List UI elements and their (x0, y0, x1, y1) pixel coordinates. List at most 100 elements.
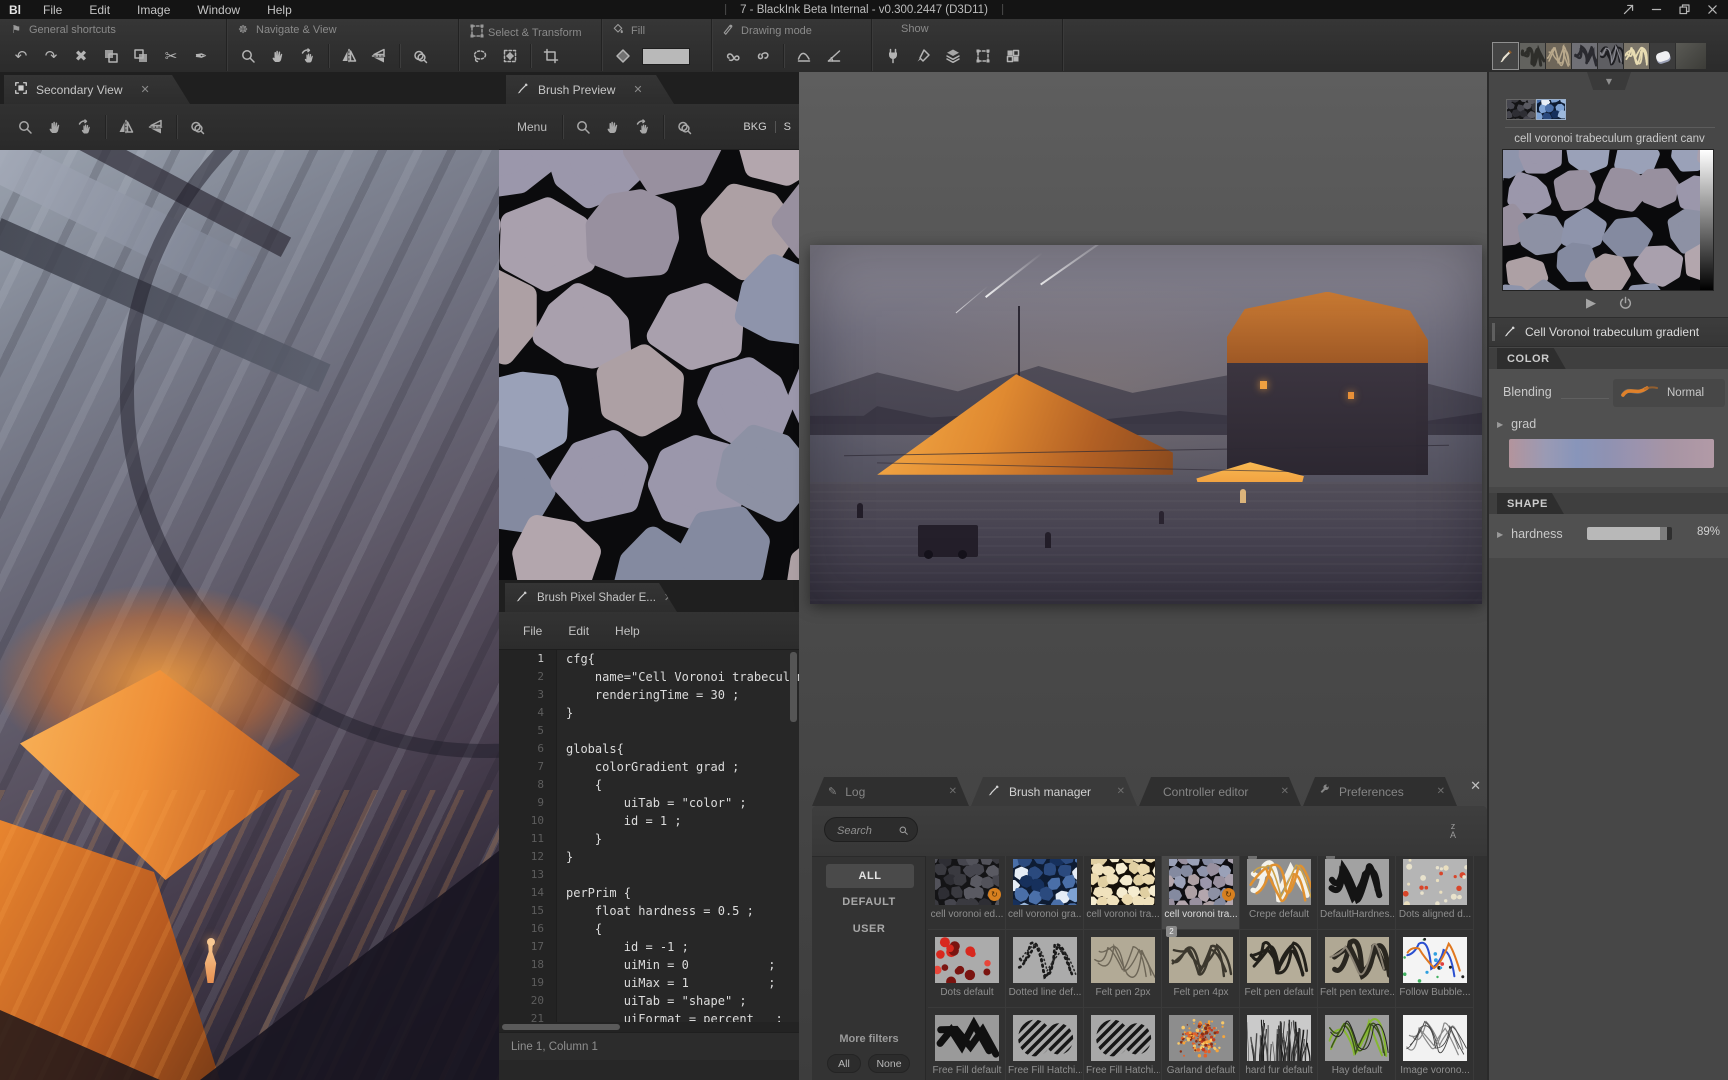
brush-item[interactable]: Free Fill Hatchi... (1006, 1008, 1084, 1080)
code-line[interactable]: 11 } (499, 830, 799, 848)
paste-icon[interactable] (126, 42, 156, 70)
brush-item[interactable]: Dots default (928, 930, 1006, 1008)
brush-thumbnail[interactable] (1169, 937, 1233, 983)
brush-thumbnail[interactable] (1169, 1015, 1233, 1061)
minimize-icon[interactable] (1644, 1, 1668, 18)
pan-hand-icon[interactable] (40, 112, 70, 142)
code-line[interactable]: 1cfg{ (499, 650, 799, 668)
tab-brush-preview[interactable]: Brush Preview ✕ (506, 75, 674, 104)
code-line[interactable]: 7 colorGradient grad ; (499, 758, 799, 776)
show-brush-icon[interactable] (908, 42, 938, 70)
brush-item[interactable]: ↻cell voronoi ed... (928, 856, 1006, 930)
brush-thumbnail[interactable] (1013, 1015, 1077, 1061)
menu-window[interactable]: Window (197, 3, 240, 17)
expander-icon[interactable]: ▶ (1497, 530, 1503, 539)
code-editor[interactable]: 1cfg{2 name="Cell Voronoi trabeculum3 re… (499, 650, 799, 1022)
brush-thumbnail[interactable] (935, 1015, 999, 1061)
grid-icon[interactable] (998, 42, 1028, 70)
active-brush-icon[interactable] (1492, 42, 1519, 70)
horizontal-scrollbar[interactable] (499, 1022, 799, 1032)
tab-shader-editor[interactable]: Brush Pixel Shader E... ✕ (505, 583, 677, 612)
sort-button[interactable]: z A (1443, 820, 1463, 842)
brush-item[interactable]: Follow Bubble... (1396, 930, 1474, 1008)
code-line[interactable]: 20 uiTab = "shape" ; (499, 992, 799, 1010)
secondary-view-canvas[interactable] (0, 150, 499, 1080)
select-none-button[interactable]: None (868, 1054, 910, 1073)
brush-item[interactable]: cell voronoi gra... (1006, 856, 1084, 930)
zoom-reset-icon[interactable] (182, 112, 212, 142)
flip-vertical-icon[interactable] (364, 42, 394, 70)
tab-secondary-view[interactable]: Secondary View ✕ (4, 75, 190, 104)
color-section-tab[interactable]: COLOR (1497, 348, 1566, 369)
power-icon[interactable] (1618, 296, 1633, 314)
brush-item[interactable]: hard fur default (1240, 1008, 1318, 1080)
tab-log[interactable]: ✎ Log ✕ (812, 777, 969, 806)
collapse-chevron[interactable]: ▼ (1587, 72, 1631, 90)
brush-thumbnail[interactable] (1247, 937, 1311, 983)
code-line[interactable]: 9 uiTab = "color" ; (499, 794, 799, 812)
brush-item[interactable]: Garland default (1162, 1008, 1240, 1080)
cut-icon[interactable]: ✂ (156, 42, 186, 70)
brush-preset-thumb[interactable] (1598, 43, 1623, 69)
menu-file[interactable]: File (43, 3, 62, 17)
zoom-reset-icon[interactable] (669, 112, 699, 142)
brush-thumbnail[interactable] (1403, 1015, 1467, 1061)
transform-icon[interactable] (495, 42, 525, 70)
brush-item[interactable]: DefaultHardnes... (1318, 856, 1396, 930)
brush-thumbnail[interactable] (935, 937, 999, 983)
brush-thumbnail[interactable] (1247, 859, 1311, 905)
menu-help[interactable]: Help (267, 3, 292, 17)
search-input[interactable] (835, 819, 899, 842)
angle-snap-icon[interactable] (819, 42, 849, 70)
tab-close-icon[interactable]: ✕ (664, 591, 673, 604)
bkg-s-toggle[interactable]: S (784, 121, 791, 133)
pin-window-icon[interactable] (1616, 1, 1640, 18)
plugin-icon[interactable] (878, 42, 908, 70)
editor-menu-edit[interactable]: Edit (568, 624, 589, 638)
filter-all-button[interactable]: ALL (826, 864, 914, 888)
flip-horizontal-icon[interactable] (334, 42, 364, 70)
brush-thumbnail[interactable] (1091, 937, 1155, 983)
brush-item[interactable]: Felt pen 2px (1084, 930, 1162, 1008)
select-all-button[interactable]: All (827, 1054, 861, 1073)
zoom-icon[interactable] (10, 112, 40, 142)
code-line[interactable]: 10 id = 1 ; (499, 812, 799, 830)
brush-item[interactable]: Image vorono... (1396, 1008, 1474, 1080)
brush-preview-canvas[interactable] (499, 150, 799, 580)
panel-close-icon[interactable]: ✕ (1470, 779, 1481, 794)
slider-thumb[interactable] (1660, 527, 1667, 540)
code-line[interactable]: 3 renderingTime = 30 ; (499, 686, 799, 704)
brush-preset-thumb[interactable] (1546, 43, 1571, 69)
brush-thumbnail[interactable] (1247, 1015, 1311, 1061)
code-line[interactable]: 16 { (499, 920, 799, 938)
expander-icon[interactable]: ▶ (1497, 420, 1503, 429)
flip-horizontal-icon[interactable] (111, 112, 141, 142)
clear-icon[interactable]: ✖ (66, 42, 96, 70)
code-line[interactable]: 17 id = -1 ; (499, 938, 799, 956)
code-line[interactable]: 8 { (499, 776, 799, 794)
zoom-icon[interactable] (233, 42, 263, 70)
layers-icon[interactable] (938, 42, 968, 70)
pan-hand-icon[interactable] (598, 112, 628, 142)
eraser-icon[interactable] (1650, 43, 1675, 69)
pan-hand-icon[interactable] (263, 42, 293, 70)
brush-thumbnail[interactable] (1403, 937, 1467, 983)
code-line[interactable]: 15 float hardness = 0.5 ; (499, 902, 799, 920)
brush-item[interactable]: Crepe default (1240, 856, 1318, 930)
code-line[interactable]: 5 (499, 722, 799, 740)
redo-icon[interactable]: ↷ (36, 42, 66, 70)
brush-preset-thumb[interactable] (1572, 43, 1597, 69)
brush-item[interactable]: Hay default (1318, 1008, 1396, 1080)
brush-item[interactable]: Dotted line def... (1006, 930, 1084, 1008)
brush-item[interactable]: Free Fill default (928, 1008, 1006, 1080)
maximize-icon[interactable] (1672, 1, 1696, 18)
gradient-editor-bar[interactable] (1509, 439, 1714, 468)
code-line[interactable]: 13 (499, 866, 799, 884)
brush-thumbnail[interactable] (1091, 859, 1155, 905)
blending-mode-dropdown[interactable]: Normal (1613, 379, 1725, 407)
brush-variant-thumb[interactable] (1536, 99, 1566, 120)
tab-close-icon[interactable]: ✕ (141, 83, 150, 96)
filter-default-button[interactable]: DEFAULT (812, 896, 926, 908)
brush-item[interactable]: Felt pen texture... (1318, 930, 1396, 1008)
copy-icon[interactable] (96, 42, 126, 70)
